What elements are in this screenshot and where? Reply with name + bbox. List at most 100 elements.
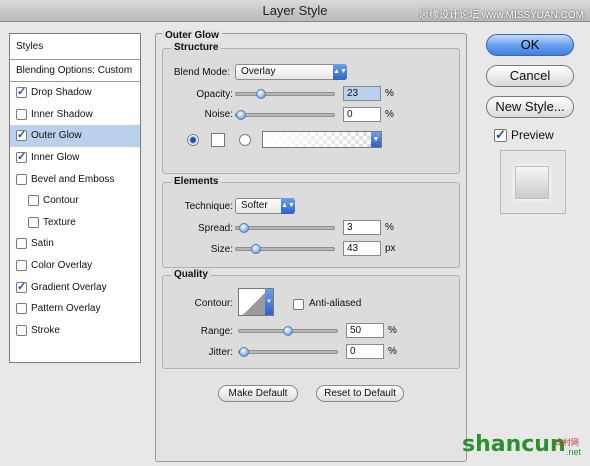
style-checkbox[interactable] bbox=[16, 280, 27, 293]
glow-gradient-picker[interactable]: ▼ bbox=[262, 131, 382, 148]
blend-mode-label: Blend Mode: bbox=[173, 67, 230, 78]
structure-group: Structure Blend Mode: Overlay ▲▼ Opacity… bbox=[162, 42, 460, 174]
quality-group: Quality Contour: ▼ Anti-aliased Range: 5… bbox=[162, 269, 460, 369]
style-item-inner-shadow[interactable]: Inner Shadow bbox=[10, 104, 140, 126]
styles-header[interactable]: Styles bbox=[10, 34, 140, 60]
outer-glow-panel: Outer Glow Structure Blend Mode: Overlay… bbox=[155, 30, 467, 462]
quality-title: Quality bbox=[171, 269, 211, 280]
technique-value: Softer bbox=[241, 200, 268, 211]
style-item-label: Texture bbox=[43, 216, 76, 228]
style-checkbox[interactable] bbox=[16, 324, 27, 336]
jitter-unit: % bbox=[388, 346, 397, 357]
style-item-satin[interactable]: Satin bbox=[10, 233, 140, 255]
preview-label: Preview bbox=[511, 128, 554, 142]
dialog-content: Styles Blending Options: Custom Drop Sha… bbox=[0, 22, 590, 466]
opacity-slider-thumb[interactable] bbox=[256, 89, 267, 99]
blending-options-item[interactable]: Blending Options: Custom bbox=[10, 60, 140, 82]
anti-aliased-label: Anti-aliased bbox=[309, 298, 362, 309]
technique-label: Technique: bbox=[184, 201, 233, 212]
brand-logo: shancun bbox=[462, 432, 566, 457]
elements-title: Elements bbox=[171, 176, 222, 187]
style-item-color-overlay[interactable]: Color Overlay bbox=[10, 255, 140, 277]
panel-title: Outer Glow bbox=[162, 30, 222, 41]
noise-slider-thumb[interactable] bbox=[236, 110, 246, 120]
style-item-label: Inner Shadow bbox=[31, 108, 93, 120]
opacity-input[interactable]: 23 bbox=[343, 86, 381, 101]
range-label: Range: bbox=[200, 326, 233, 337]
spread-input[interactable]: 3 bbox=[343, 220, 381, 235]
size-input[interactable]: 43 bbox=[343, 241, 381, 256]
style-item-label: Satin bbox=[31, 238, 54, 250]
style-item-pattern-overlay[interactable]: Pattern Overlay bbox=[10, 298, 140, 320]
style-item-contour[interactable]: Contour bbox=[10, 190, 140, 212]
blend-mode-select[interactable]: Overlay ▲▼ bbox=[235, 64, 347, 80]
style-item-label: Bevel and Emboss bbox=[31, 173, 115, 185]
solid-color-radio[interactable] bbox=[187, 134, 199, 146]
style-item-label: Pattern Overlay bbox=[31, 303, 101, 315]
noise-slider[interactable] bbox=[235, 110, 335, 120]
spread-label: Spread: bbox=[197, 223, 233, 234]
style-item-bevel-and-emboss[interactable]: Bevel and Emboss bbox=[10, 168, 140, 190]
styles-list: Styles Blending Options: Custom Drop Sha… bbox=[9, 33, 141, 363]
preview-checkbox[interactable] bbox=[494, 127, 507, 143]
cancel-button[interactable]: Cancel bbox=[486, 65, 574, 87]
style-checkbox[interactable] bbox=[16, 303, 27, 315]
range-input[interactable]: 50 bbox=[346, 323, 384, 338]
style-checkbox[interactable] bbox=[28, 216, 39, 228]
opacity-unit: % bbox=[385, 88, 394, 99]
style-item-gradient-overlay[interactable]: Gradient Overlay bbox=[10, 276, 140, 298]
range-slider-thumb[interactable] bbox=[283, 326, 293, 336]
blend-mode-value: Overlay bbox=[241, 66, 276, 77]
ok-button[interactable]: OK bbox=[486, 34, 574, 56]
style-item-label: Outer Glow bbox=[31, 130, 82, 142]
brand-domain: .net bbox=[566, 447, 582, 457]
glow-color-swatch[interactable] bbox=[211, 133, 225, 147]
technique-select[interactable]: Softer ▲▼ bbox=[235, 198, 295, 214]
style-checkbox[interactable] bbox=[16, 260, 27, 272]
gradient-radio[interactable] bbox=[239, 134, 251, 146]
size-unit: px bbox=[385, 243, 396, 254]
new-style-button[interactable]: New Style... bbox=[486, 96, 574, 118]
opacity-label: Opacity: bbox=[196, 89, 233, 100]
style-item-drop-shadow[interactable]: Drop Shadow bbox=[10, 82, 140, 104]
range-unit: % bbox=[388, 325, 397, 336]
preview-toggle[interactable]: Preview bbox=[494, 127, 554, 143]
contour-picker[interactable]: ▼ bbox=[238, 288, 274, 316]
style-checkbox[interactable] bbox=[16, 108, 27, 120]
jitter-slider[interactable] bbox=[238, 347, 338, 357]
size-slider[interactable] bbox=[235, 244, 335, 254]
make-default-button[interactable]: Make Default bbox=[218, 385, 298, 402]
noise-input[interactable]: 0 bbox=[343, 107, 381, 122]
size-slider-thumb[interactable] bbox=[250, 244, 261, 254]
style-checkbox[interactable] bbox=[28, 195, 39, 207]
style-item-label: Drop Shadow bbox=[31, 87, 92, 99]
contour-label: Contour: bbox=[194, 298, 233, 309]
style-item-inner-glow[interactable]: Inner Glow bbox=[10, 147, 140, 169]
style-checkbox[interactable] bbox=[16, 173, 27, 185]
spread-slider-thumb[interactable] bbox=[238, 223, 249, 233]
style-item-texture[interactable]: Texture bbox=[10, 212, 140, 234]
style-item-label: Stroke bbox=[31, 324, 60, 336]
chevron-updown-icon: ▲▼ bbox=[333, 64, 347, 80]
style-checkbox[interactable] bbox=[16, 150, 27, 164]
opacity-slider[interactable] bbox=[235, 89, 335, 99]
chevron-updown-icon: ▲▼ bbox=[281, 198, 295, 214]
style-item-stroke[interactable]: Stroke bbox=[10, 320, 140, 342]
style-checkbox[interactable] bbox=[16, 128, 27, 142]
style-item-label: Gradient Overlay bbox=[31, 281, 107, 293]
style-checkbox[interactable] bbox=[16, 238, 27, 250]
preview-swatch bbox=[515, 166, 549, 199]
style-preview bbox=[500, 150, 566, 214]
window-title: Layer Style bbox=[262, 3, 328, 18]
style-item-label: Contour bbox=[43, 195, 79, 207]
range-slider[interactable] bbox=[238, 326, 338, 336]
style-item-outer-glow[interactable]: Outer Glow bbox=[10, 125, 140, 147]
noise-label: Noise: bbox=[204, 109, 233, 120]
elements-group: Elements Technique: Softer ▲▼ Spread: 3 … bbox=[162, 176, 460, 268]
anti-aliased-checkbox[interactable] bbox=[293, 299, 304, 310]
jitter-input[interactable]: 0 bbox=[346, 344, 384, 359]
jitter-slider-thumb[interactable] bbox=[239, 347, 249, 357]
reset-to-default-button[interactable]: Reset to Default bbox=[316, 385, 404, 402]
style-checkbox[interactable] bbox=[16, 85, 27, 99]
spread-slider[interactable] bbox=[235, 223, 335, 233]
